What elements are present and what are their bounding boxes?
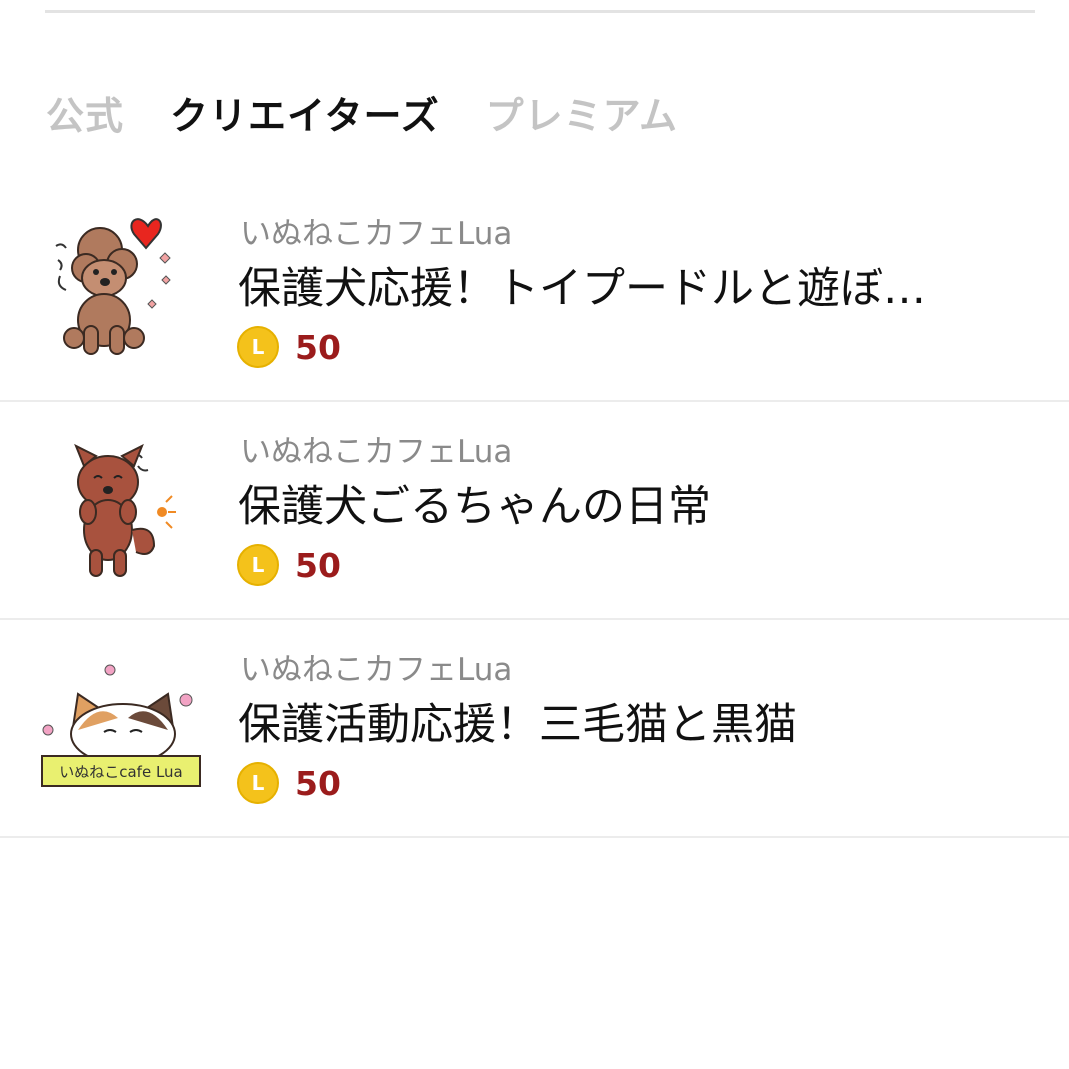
list-item[interactable]: いぬねこカフェLua 保護犬応援！トイプードルと遊ぼ… L 50: [0, 184, 1069, 402]
coin-icon: L: [237, 326, 279, 368]
sticker-thumbnail-cats: いぬねこcafe Lua: [38, 634, 208, 804]
creator-name: いぬねこカフェLua: [240, 216, 513, 252]
price-row: L 50: [237, 544, 341, 586]
divider: [45, 10, 1035, 13]
category-tabs: 公式 クリエイターズ プレミアム: [46, 82, 724, 142]
tab-creators[interactable]: クリエイターズ: [170, 85, 440, 140]
svg-text:いぬねこcafe Lua: いぬねこcafe Lua: [59, 763, 183, 781]
coin-icon: L: [237, 544, 279, 586]
sticker-thumbnail-poodle: [38, 198, 208, 368]
list-item[interactable]: いぬねこcafe Lua いぬねこカフェLua 保護活動応援！三毛猫と黒猫 L …: [0, 620, 1069, 838]
sticker-shop-page: 公式 クリエイターズ プレミアム いぬねこカフェLua 保護犬応援！トイプードル…: [0, 0, 1069, 1069]
sticker-title: 保護活動応援！三毛猫と黒猫: [238, 700, 797, 750]
tab-premium[interactable]: プレミアム: [486, 85, 678, 140]
sticker-title: 保護犬ごるちゃんの日常: [238, 482, 711, 532]
price: 50: [295, 327, 341, 367]
price: 50: [295, 763, 341, 803]
price: 50: [295, 545, 341, 585]
sticker-thumbnail-dog: [38, 416, 208, 586]
price-row: L 50: [237, 326, 341, 368]
coin-icon: L: [237, 762, 279, 804]
creator-name: いぬねこカフェLua: [240, 434, 513, 470]
list-item[interactable]: いぬねこカフェLua 保護犬ごるちゃんの日常 L 50: [0, 402, 1069, 620]
sticker-title: 保護犬応援！トイプードルと遊ぼ…: [238, 264, 926, 314]
price-row: L 50: [237, 762, 341, 804]
creator-name: いぬねこカフェLua: [240, 652, 513, 688]
sticker-list: いぬねこカフェLua 保護犬応援！トイプードルと遊ぼ… L 50 いぬねこカフェ…: [0, 184, 1069, 838]
tab-official[interactable]: 公式: [46, 85, 124, 140]
